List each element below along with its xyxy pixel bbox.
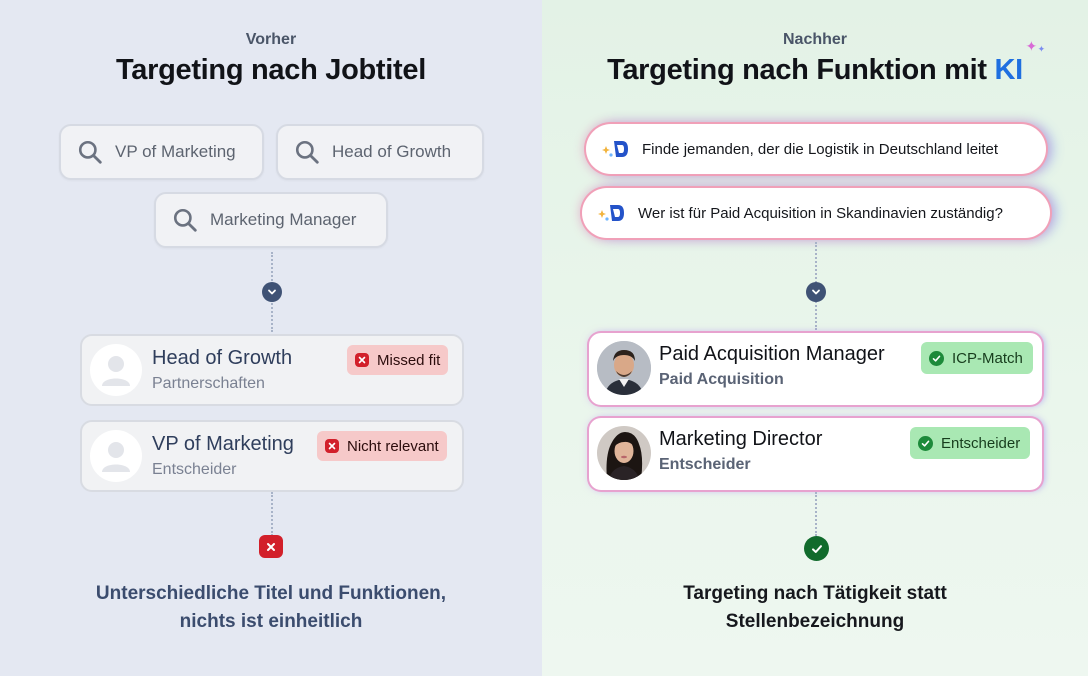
check-icon [929,350,944,366]
status-badge-entscheider: Entscheider [910,427,1031,459]
avatar [597,341,651,395]
before-panel: Vorher Targeting nach Jobtitel VP of Mar… [0,0,542,676]
search-pill-label: VP of Marketing [115,142,236,161]
result-name: Head of Growth [152,347,293,369]
ai-sparkle-icon [598,205,624,221]
ai-prompt-text: Wer ist für Paid Acquisition in Skandina… [638,204,1003,222]
after-title-main: Targeting nach Funktion mit [607,54,987,86]
avatar [597,426,651,480]
search-pill-marketing-manager[interactable]: Marketing Manager [154,192,388,248]
search-pill-label: Marketing Manager [210,210,357,229]
ai-sparkle-icon [602,141,628,157]
after-panel: Nachher Targeting nach Funktion mit KI ✦ ✦… [542,0,1088,676]
status-badge-label: ICP-Match [952,349,1023,367]
ai-prompt-text: Finde jemanden, der die Logistik in Deut… [642,140,999,158]
chevron-down-node [806,282,826,302]
ai-prompt-logistik[interactable]: Finde jemanden, der die Logistik in Deut… [586,124,1046,174]
sparkle-small-icon: ✦ [1037,44,1046,54]
result-name: VP of Marketing [152,433,294,455]
result-card-head-growth[interactable]: Head of Growth Partnerschaften Missed fi… [80,334,464,406]
avatar-placeholder-icon [90,430,142,482]
result-card-vp-marketing[interactable]: VP of Marketing Entscheider Nicht releva… [80,420,464,492]
result-card-paid-acquisition-manager[interactable]: Paid Acquisition Manager Paid Acquisitio… [589,333,1042,405]
result-function: Partnerschaften [152,375,265,392]
chevron-down-node [262,282,282,302]
before-caption-line2: nichts ist einheitlich [179,611,363,632]
before-caption-line1: Unterschiedliche Titel und Funktionen, [95,583,447,604]
chevron-down-icon [268,289,276,295]
fail-icon [259,535,283,558]
close-icon [355,353,369,367]
status-badge-label: Entscheider [941,434,1021,452]
ai-prompt-paid-acquisition[interactable]: Wer ist für Paid Acquisition in Skandina… [582,188,1050,238]
after-eyebrow: Nachher [782,31,848,48]
before-caption: Unterschiedliche Titel und Funktionen, n… [0,580,542,636]
status-badge-label: Missed fit [377,351,441,369]
close-icon [325,439,339,453]
search-pill-vp-marketing[interactable]: VP of Marketing [59,124,264,180]
ki-label: KI [994,54,1024,86]
result-card-marketing-director[interactable]: Marketing Director Entscheider Entscheid… [589,418,1042,490]
after-title: Targeting nach Funktion mit KI ✦ ✦ [542,38,1088,87]
sparkle-icon: ✦ [1025,38,1037,54]
status-badge-label: Nicht relevant [347,437,439,455]
after-caption: Targeting nach Tätigkeit statt Stellenbe… [542,580,1088,636]
result-function: Entscheider [659,456,751,473]
before-eyebrow: Vorher [245,31,297,48]
search-pill-head-growth[interactable]: Head of Growth [276,124,484,180]
after-caption-line2: Stellenbezeichnung [725,611,905,632]
result-name: Marketing Director [659,428,823,450]
search-pill-label: Head of Growth [332,142,452,161]
search-icon [78,140,102,164]
status-badge-nicht-relevant: Nicht relevant [317,431,447,461]
result-function: Paid Acquisition [659,371,784,388]
connector-line [815,492,817,536]
success-icon [804,536,829,561]
ki-accent: KI ✦ ✦ [994,38,1046,86]
chevron-down-icon [812,289,820,295]
status-badge-missed-fit: Missed fit [347,345,449,375]
search-icon [295,140,319,164]
result-name: Paid Acquisition Manager [659,343,885,365]
after-caption-line1: Targeting nach Tätigkeit statt [683,583,947,604]
result-function: Entscheider [152,461,237,478]
search-icon [173,208,197,232]
avatar-placeholder-icon [90,344,142,396]
connector-line [271,492,273,536]
check-icon [918,435,933,451]
status-badge-icp-match: ICP-Match [921,342,1033,374]
before-title: Targeting nach Jobtitel [116,54,426,86]
